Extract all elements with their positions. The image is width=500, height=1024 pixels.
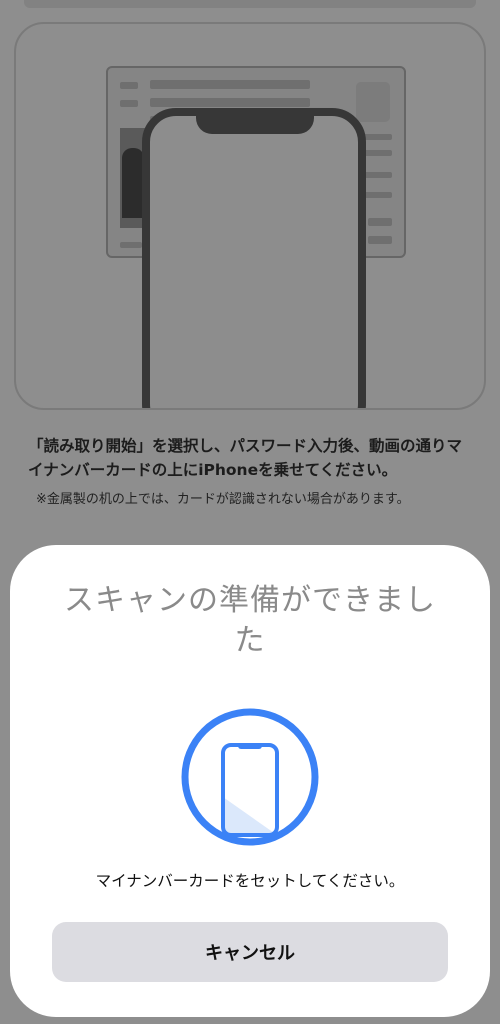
sheet-title: スキャンの準備ができました: [64, 583, 436, 658]
note-text: ※金属製の机の上では、カードが認識されない場合があります。: [36, 492, 410, 507]
phone-scan-icon: [181, 708, 319, 846]
illustration-panel: [14, 22, 486, 410]
phone-illustration: [142, 108, 366, 408]
phone-notch: [196, 108, 314, 134]
sheet-message: マイナンバーカードをセットしてください。: [95, 872, 405, 890]
top-strip: [24, 0, 476, 8]
scan-sheet: スキャンの準備ができました マイナンバーカードをセットしてください。 キャンセル: [10, 545, 490, 1017]
cancel-button[interactable]: キャンセル: [52, 922, 448, 982]
instruction-text: 「読み取り開始」を選択し、パスワード入力後、動画の通りマイナンバーカードの上にi…: [28, 437, 463, 479]
app-screen: 「読み取り開始」を選択し、パスワード入力後、動画の通りマイナンバーカードの上にi…: [0, 0, 500, 1024]
